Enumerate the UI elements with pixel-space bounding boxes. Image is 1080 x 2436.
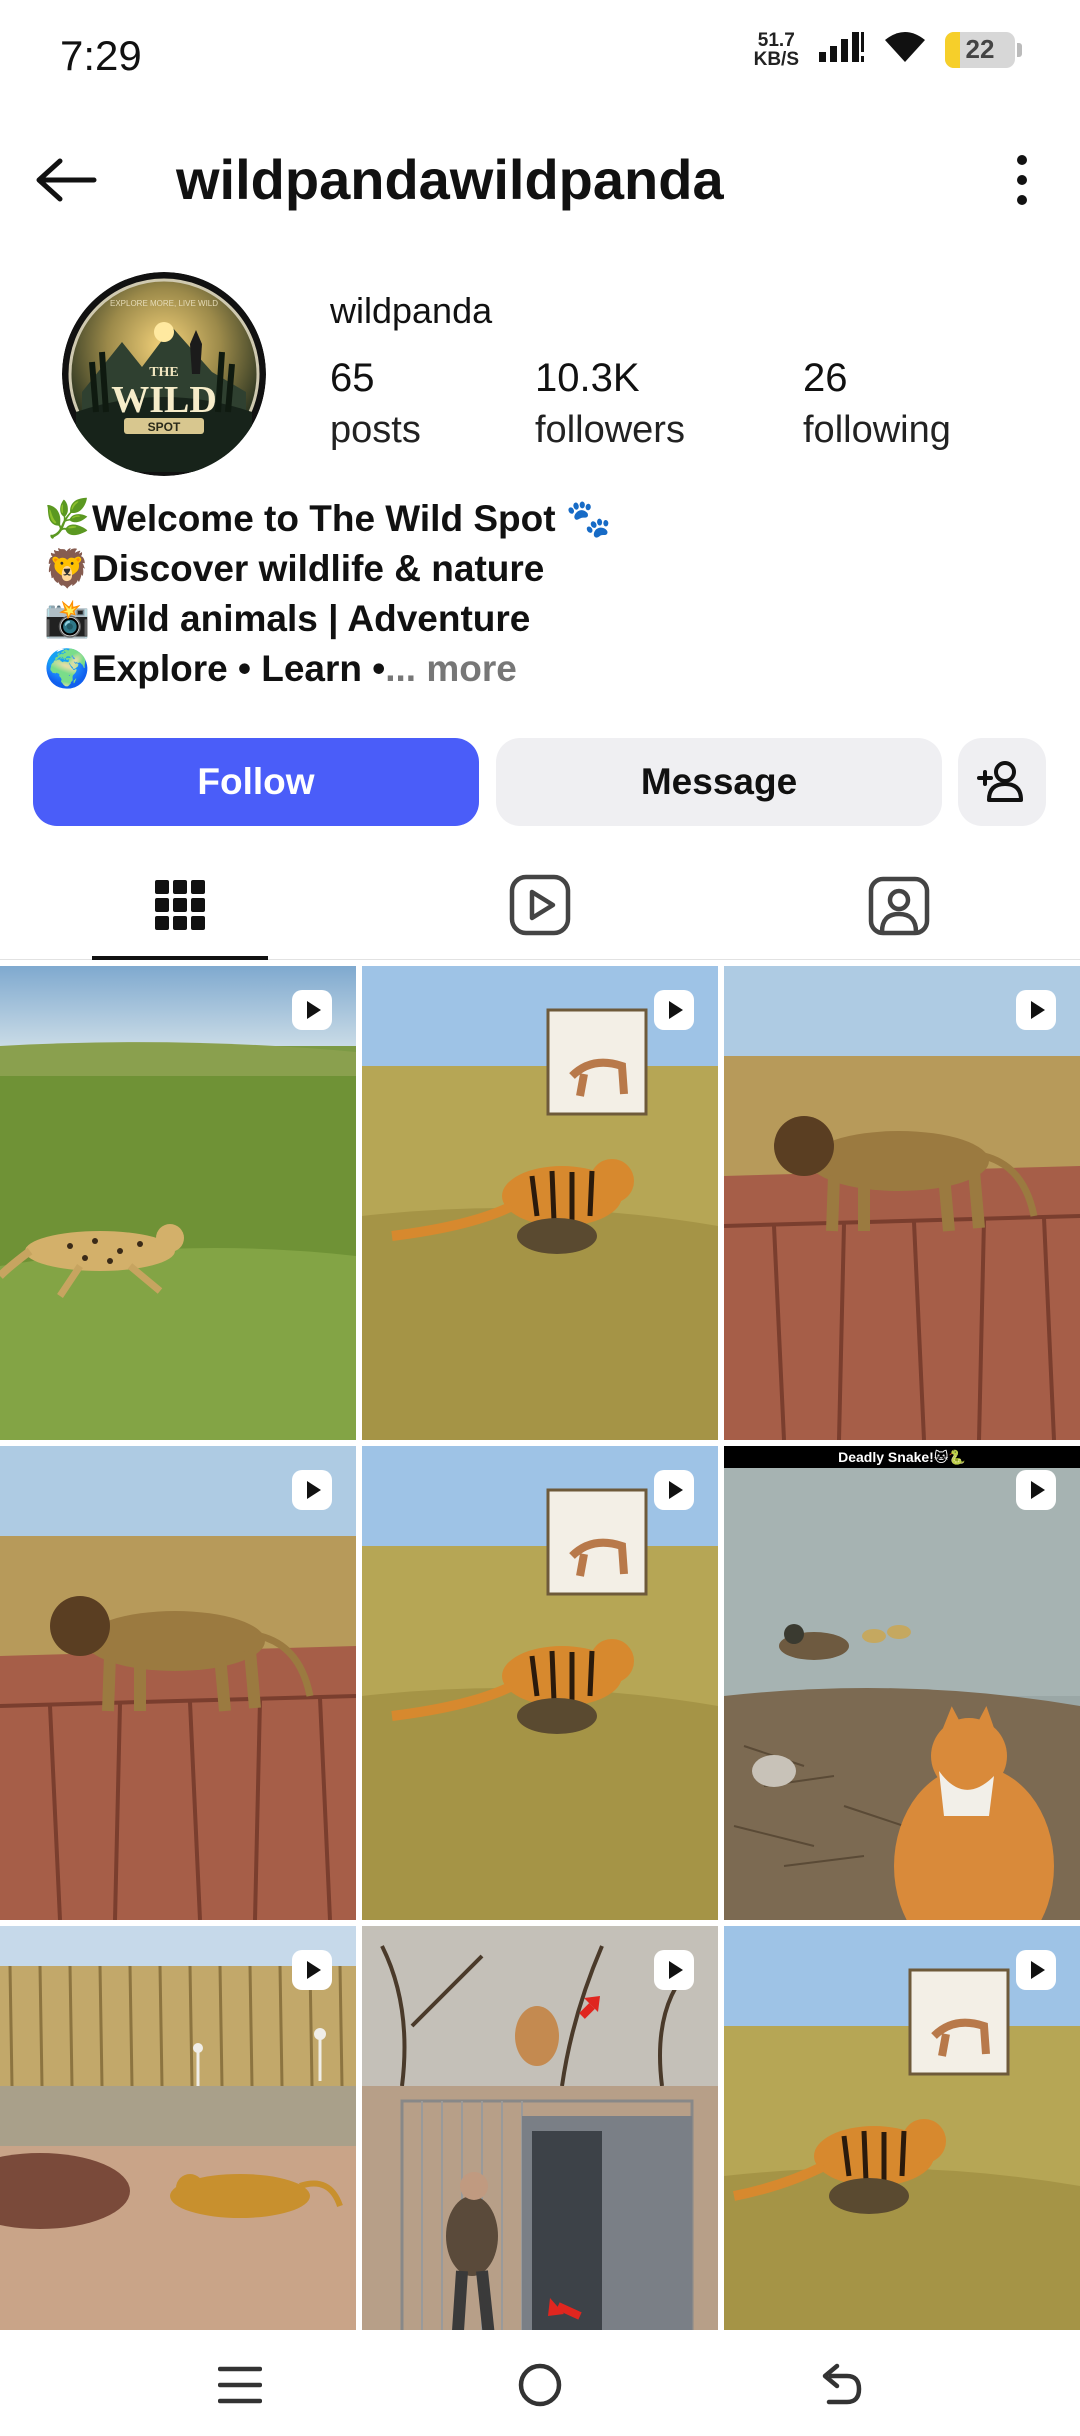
reel-icon	[1016, 1950, 1056, 1990]
grid-post[interactable]	[0, 1926, 356, 2400]
tab-grid[interactable]	[92, 850, 268, 960]
network-speed: 51.7 KB/S	[754, 31, 799, 69]
stat-value: 10.3K	[535, 356, 640, 400]
reel-icon	[292, 1470, 332, 1510]
post-thumbnail-tiger-sign	[724, 1926, 1080, 2400]
grid-post[interactable]	[362, 1926, 718, 2400]
grid-post[interactable]	[362, 1446, 718, 1920]
wifi-icon	[883, 30, 927, 69]
back-nav-icon	[822, 2363, 862, 2405]
avatar-text-the: THE	[149, 365, 179, 380]
lion-icon: 🦁	[44, 548, 91, 589]
reel-icon	[292, 990, 332, 1030]
reel-icon	[1016, 990, 1056, 1030]
bio-line: 📸Wild animals | Adventure	[44, 594, 1044, 644]
bio-text: Explore • Learn •	[92, 648, 386, 689]
status-time: 7:29	[60, 32, 142, 79]
tagged-icon	[868, 876, 930, 936]
back-nav-button[interactable]	[800, 2350, 880, 2420]
page-title: wildpandawildpanda	[176, 148, 724, 211]
grid-post[interactable]	[724, 1926, 1080, 2400]
avatar-text-sub: SPOT	[148, 420, 181, 434]
grid-post[interactable]	[0, 966, 356, 1440]
suggested-users-button[interactable]	[958, 738, 1046, 826]
avatar-text-main: WILD	[111, 379, 217, 421]
stat-value: 26	[803, 356, 848, 400]
leaf-icon: 🌿	[44, 498, 91, 539]
post-thumbnail-lion-cage	[362, 1926, 718, 2400]
paw-icon: 🐾	[555, 498, 612, 539]
grid-icon	[155, 880, 205, 930]
reel-icon	[654, 1470, 694, 1510]
tab-reels[interactable]	[452, 850, 628, 960]
status-icons: 51.7 KB/S 22	[754, 30, 1022, 69]
active-tab-indicator	[92, 956, 268, 960]
post-caption-overlay: Deadly Snake!🐱🐍	[724, 1446, 1080, 1468]
stat-label: following	[803, 409, 951, 451]
globe-icon: 🌍	[44, 648, 91, 689]
post-thumbnail-cat-ducks	[724, 1446, 1080, 1920]
signal-icon	[817, 30, 865, 69]
grid-post[interactable]	[0, 1446, 356, 1920]
network-speed-value: 51.7	[757, 29, 795, 51]
post-thumbnail-tiger-sign	[362, 1446, 718, 1920]
system-nav-bar	[0, 2330, 1080, 2436]
back-arrow-icon	[36, 158, 97, 202]
bio-line: 🦁Discover wildlife & nature	[44, 544, 1044, 594]
bio-more-link[interactable]: ... more	[385, 648, 517, 689]
home-circle-icon	[518, 2363, 562, 2407]
reel-icon	[654, 1950, 694, 1990]
home-button[interactable]	[500, 2350, 580, 2420]
more-options-button[interactable]	[986, 144, 1058, 216]
bio-line: 🌍Explore • Learn •... more	[44, 644, 1044, 694]
post-thumbnail-lion-cliff	[0, 1446, 356, 1920]
profile-tabs	[0, 850, 1080, 960]
bio-text: Wild animals | Adventure	[92, 598, 531, 639]
more-vertical-icon	[1017, 155, 1027, 205]
stat-followers[interactable]: 10.3K followers	[535, 356, 685, 452]
bio-text: Discover wildlife & nature	[92, 548, 545, 589]
battery-level: 22	[965, 34, 995, 64]
avatar-text-top: EXPLORE MORE, LIVE WILD	[110, 299, 218, 308]
follow-button[interactable]: Follow	[33, 738, 479, 826]
camera-icon: 📸	[44, 598, 91, 639]
profile-bio: 🌿Welcome to The Wild Spot 🐾 🦁Discover wi…	[44, 494, 1044, 694]
add-user-icon	[977, 761, 1023, 802]
post-thumbnail-tiger-sign	[362, 966, 718, 1440]
avatar[interactable]: THE WILD SPOT EXPLORE MORE, LIVE WILD	[62, 272, 266, 476]
profile-header: wildpandawildpanda	[0, 130, 1080, 230]
message-button[interactable]: Message	[496, 738, 942, 826]
grid-post[interactable]: Deadly Snake!🐱🐍	[724, 1446, 1080, 1920]
post-thumbnail-lion-cliff	[724, 966, 1080, 1440]
bio-line: 🌿Welcome to The Wild Spot 🐾	[44, 494, 1044, 544]
grid-post[interactable]	[724, 966, 1080, 1440]
reel-icon	[292, 1950, 332, 1990]
bio-text: Welcome to The Wild Spot	[92, 498, 556, 539]
stat-label: posts	[330, 409, 421, 451]
status-bar: 7:29 51.7 KB/S 22	[0, 0, 1080, 110]
display-name: wildpanda	[330, 290, 493, 331]
stat-posts[interactable]: 65 posts	[330, 356, 421, 452]
reel-icon	[654, 990, 694, 1030]
grid-post[interactable]	[362, 966, 718, 1440]
posts-grid: Deadly Snake!🐱🐍	[0, 966, 1080, 2400]
menu-icon	[218, 2366, 262, 2404]
back-button[interactable]	[30, 144, 102, 216]
post-thumbnail-cheetah	[0, 966, 356, 1440]
battery-icon: 22	[945, 31, 1015, 68]
network-speed-unit: KB/S	[753, 48, 799, 70]
tab-tagged[interactable]	[811, 850, 987, 960]
reels-icon	[509, 874, 571, 936]
reel-icon	[1016, 1470, 1056, 1510]
recent-apps-button[interactable]	[200, 2350, 280, 2420]
stat-value: 65	[330, 356, 375, 400]
stat-label: followers	[535, 409, 685, 451]
stat-following[interactable]: 26 following	[803, 356, 951, 452]
post-thumbnail-hippo-leopard	[0, 1926, 356, 2400]
